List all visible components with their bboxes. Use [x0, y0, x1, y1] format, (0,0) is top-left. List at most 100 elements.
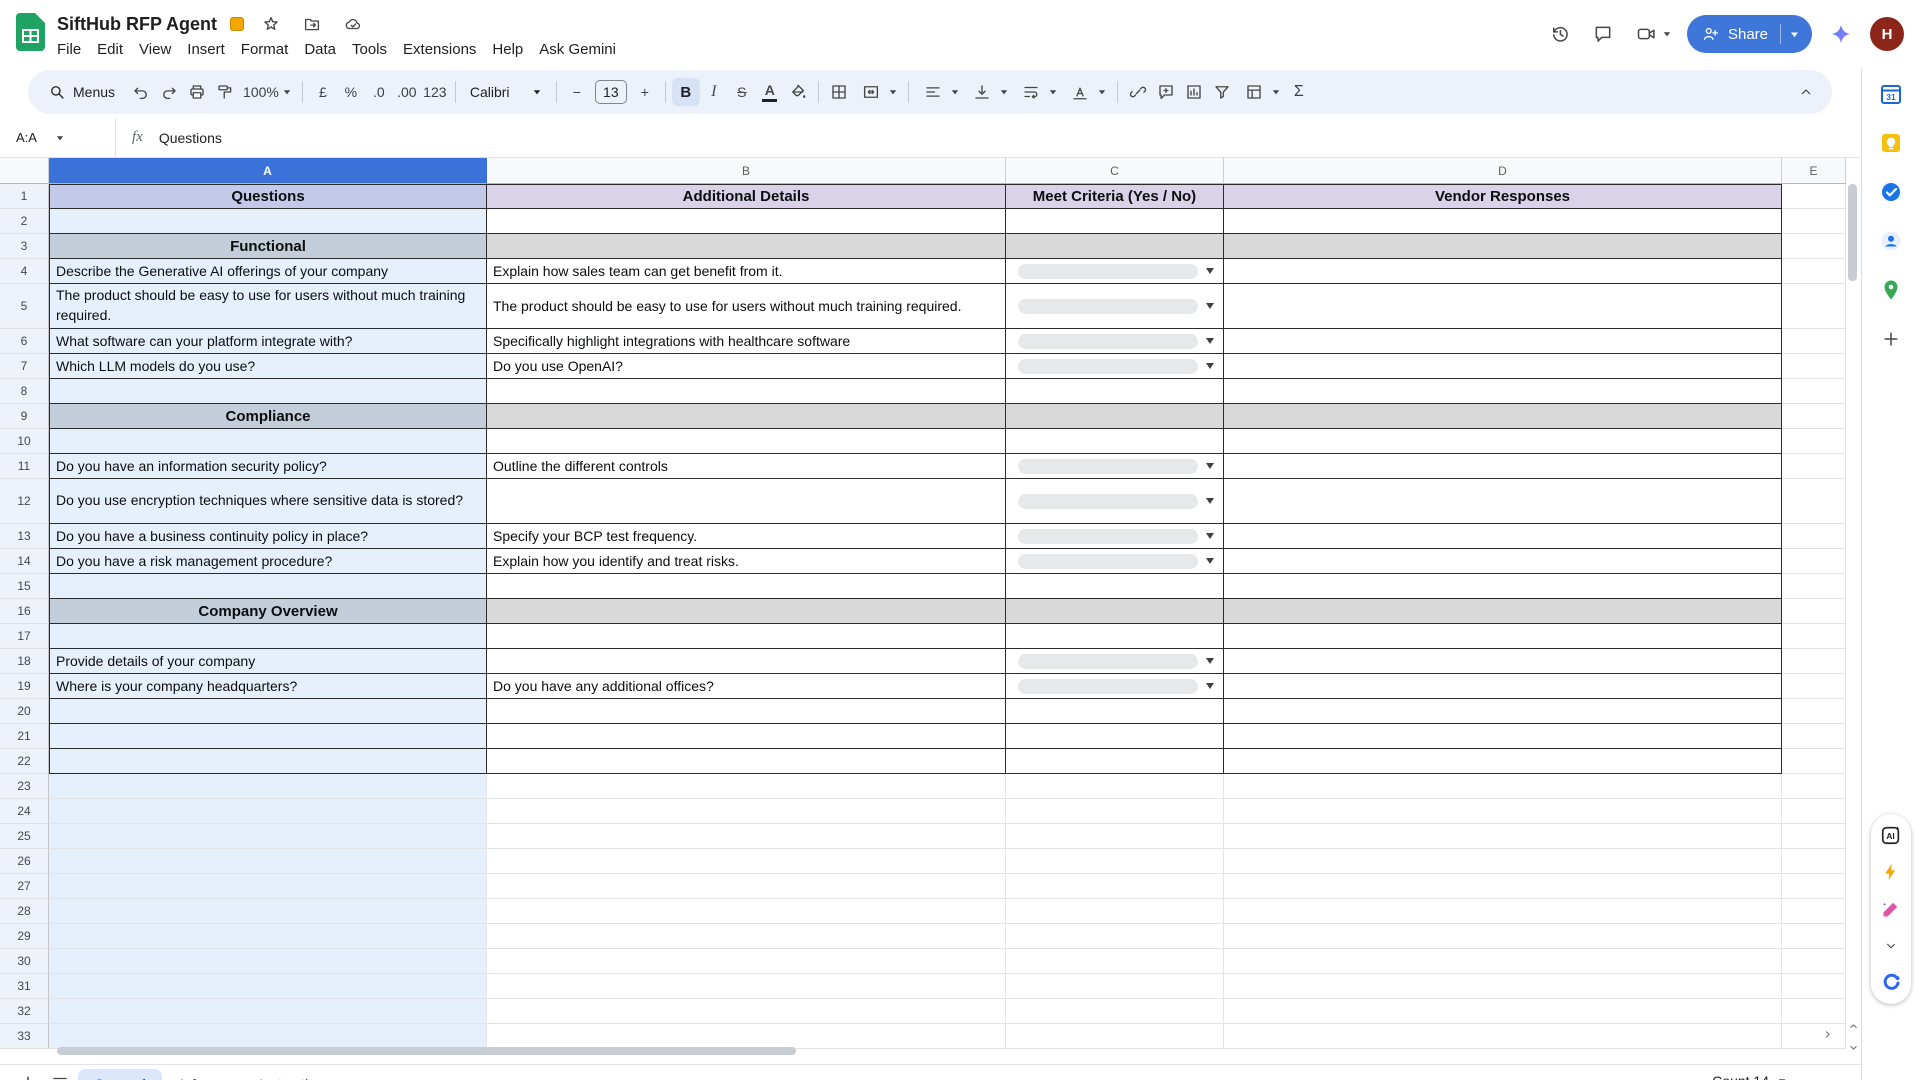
- row-header-30[interactable]: 30: [0, 949, 49, 974]
- move-folder-icon[interactable]: [298, 10, 326, 38]
- cell-C28[interactable]: [1006, 899, 1224, 924]
- merge-cells-button[interactable]: [853, 78, 902, 106]
- cell-D31[interactable]: [1224, 974, 1782, 999]
- dropdown-chip[interactable]: [1018, 494, 1198, 509]
- cell-C6[interactable]: [1006, 329, 1224, 354]
- cell-C19[interactable]: [1006, 674, 1224, 699]
- dropdown-caret-icon[interactable]: [1206, 268, 1214, 274]
- cell-A21[interactable]: [49, 724, 487, 749]
- menu-tools[interactable]: Tools: [344, 39, 395, 60]
- cell-B24[interactable]: [487, 799, 1006, 824]
- row-header-24[interactable]: 24: [0, 799, 49, 824]
- share-button[interactable]: Share: [1687, 15, 1812, 53]
- cell-B15[interactable]: [487, 574, 1006, 599]
- row-header-18[interactable]: 18: [0, 649, 49, 674]
- row-header-17[interactable]: 17: [0, 624, 49, 649]
- cell-C8[interactable]: [1006, 379, 1224, 404]
- cell-A24[interactable]: [49, 799, 487, 824]
- cell-C33[interactable]: [1006, 1024, 1224, 1049]
- cell-B11[interactable]: Outline the different controls: [487, 454, 1006, 479]
- cell-C16[interactable]: [1006, 599, 1224, 624]
- cell-B12[interactable]: [487, 479, 1006, 524]
- cell-A9[interactable]: Compliance: [49, 404, 487, 429]
- keep-icon[interactable]: [1877, 129, 1905, 157]
- cell-C32[interactable]: [1006, 999, 1224, 1024]
- cell-C7[interactable]: [1006, 354, 1224, 379]
- cell-B16[interactable]: [487, 599, 1006, 624]
- more-formats-button[interactable]: 123: [421, 78, 449, 106]
- cell-B5[interactable]: The product should be easy to use for us…: [487, 284, 1006, 329]
- dropdown-caret-icon[interactable]: [1206, 463, 1214, 469]
- cell-D29[interactable]: [1224, 924, 1782, 949]
- horizontal-align-button[interactable]: [915, 78, 964, 106]
- cell-E16[interactable]: [1782, 599, 1846, 624]
- row-header-16[interactable]: 16: [0, 599, 49, 624]
- row-header-19[interactable]: 19: [0, 674, 49, 699]
- vertical-align-button[interactable]: [964, 78, 1013, 106]
- cell-D1[interactable]: Vendor Responses: [1224, 184, 1782, 209]
- cell-E29[interactable]: [1782, 924, 1846, 949]
- column-header-E[interactable]: E: [1782, 158, 1846, 184]
- cell-C3[interactable]: [1006, 234, 1224, 259]
- tasks-icon[interactable]: [1877, 178, 1905, 206]
- strikethrough-button[interactable]: S: [728, 78, 756, 106]
- row-header-13[interactable]: 13: [0, 524, 49, 549]
- cell-A26[interactable]: [49, 849, 487, 874]
- cell-D26[interactable]: [1224, 849, 1782, 874]
- cell-D22[interactable]: [1224, 749, 1782, 774]
- cell-A16[interactable]: Company Overview: [49, 599, 487, 624]
- cell-D14[interactable]: [1224, 549, 1782, 574]
- decrease-decimals-button[interactable]: .0: [365, 78, 393, 106]
- cell-D9[interactable]: [1224, 404, 1782, 429]
- dropdown-chip[interactable]: [1018, 299, 1198, 314]
- dropdown-chip[interactable]: [1018, 554, 1198, 569]
- cell-A31[interactable]: [49, 974, 487, 999]
- menu-format[interactable]: Format: [233, 39, 297, 60]
- cell-B14[interactable]: Explain how you identify and treat risks…: [487, 549, 1006, 574]
- row-header-20[interactable]: 20: [0, 699, 49, 724]
- cell-B4[interactable]: Explain how sales team can get benefit f…: [487, 259, 1006, 284]
- dropdown-caret-icon[interactable]: [1206, 338, 1214, 344]
- collapse-chevron-icon[interactable]: [1879, 934, 1903, 958]
- row-header-28[interactable]: 28: [0, 899, 49, 924]
- cell-D27[interactable]: [1224, 874, 1782, 899]
- font-family-selector[interactable]: Calibri: [462, 84, 550, 100]
- column-header-B[interactable]: B: [487, 158, 1006, 184]
- row-header-10[interactable]: 10: [0, 429, 49, 454]
- cell-B3[interactable]: [487, 234, 1006, 259]
- bolt-icon[interactable]: [1879, 860, 1903, 884]
- cell-E3[interactable]: [1782, 234, 1846, 259]
- dropdown-caret-icon[interactable]: [1206, 363, 1214, 369]
- cell-C11[interactable]: [1006, 454, 1224, 479]
- cell-D11[interactable]: [1224, 454, 1782, 479]
- dropdown-caret-icon[interactable]: [1206, 303, 1214, 309]
- cell-B10[interactable]: [487, 429, 1006, 454]
- gemini-icon[interactable]: [1827, 20, 1855, 48]
- cell-E13[interactable]: [1782, 524, 1846, 549]
- cell-D23[interactable]: [1224, 774, 1782, 799]
- dropdown-caret-icon[interactable]: [1206, 533, 1214, 539]
- cell-A8[interactable]: [49, 379, 487, 404]
- cell-C1[interactable]: Meet Criteria (Yes / No): [1006, 184, 1224, 209]
- cell-D12[interactable]: [1224, 479, 1782, 524]
- scroll-up-icon[interactable]: [1847, 1020, 1860, 1033]
- row-header-27[interactable]: 27: [0, 874, 49, 899]
- cell-D7[interactable]: [1224, 354, 1782, 379]
- row-header-6[interactable]: 6: [0, 329, 49, 354]
- cell-B9[interactable]: [487, 404, 1006, 429]
- print-button[interactable]: [183, 78, 211, 106]
- text-rotate-button[interactable]: [1062, 78, 1111, 106]
- cell-E4[interactable]: [1782, 259, 1846, 284]
- cell-C22[interactable]: [1006, 749, 1224, 774]
- cell-A23[interactable]: [49, 774, 487, 799]
- dropdown-caret-icon[interactable]: [1206, 658, 1214, 664]
- cell-A3[interactable]: Functional: [49, 234, 487, 259]
- cell-D15[interactable]: [1224, 574, 1782, 599]
- decrease-font-size-button[interactable]: −: [563, 78, 591, 106]
- collapse-toolbar-icon[interactable]: [1792, 78, 1820, 106]
- row-header-29[interactable]: 29: [0, 924, 49, 949]
- row-header-7[interactable]: 7: [0, 354, 49, 379]
- add-sheet-button[interactable]: [14, 1069, 42, 1080]
- cell-B26[interactable]: [487, 849, 1006, 874]
- menu-extensions[interactable]: Extensions: [395, 39, 484, 60]
